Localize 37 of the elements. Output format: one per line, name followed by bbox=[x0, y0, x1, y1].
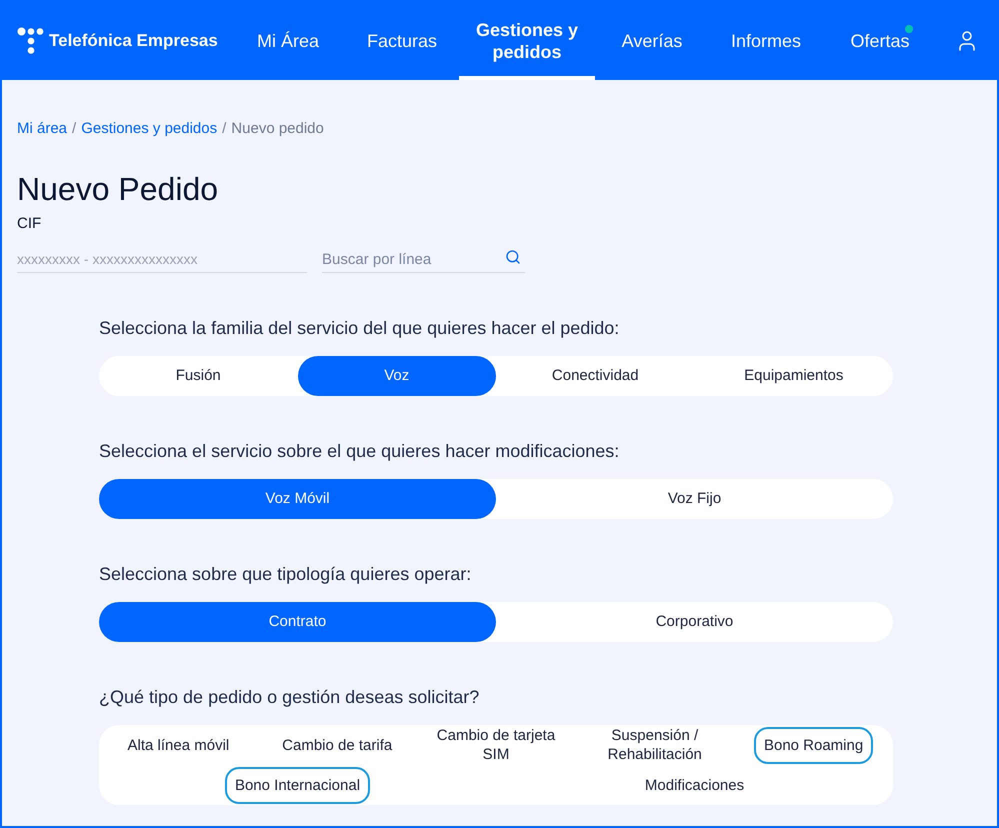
search-field[interactable]: Buscar por línea bbox=[322, 246, 525, 273]
breadcrumb-link[interactable]: Mi área bbox=[17, 119, 68, 139]
nav-tab[interactable]: Mi Área bbox=[231, 2, 345, 80]
cif-input-field[interactable]: xxxxxxxxx - xxxxxxxxxxxxxxx bbox=[17, 246, 307, 273]
segment-option[interactable]: Corporativo bbox=[496, 602, 893, 642]
nav-tab[interactable]: Averías bbox=[595, 2, 709, 80]
nav-tab[interactable]: Gestiones y pedidos bbox=[459, 2, 595, 80]
nav-tab[interactable]: Facturas bbox=[345, 2, 459, 80]
breadcrumb-current: Nuevo pedido bbox=[231, 119, 324, 139]
segment-option[interactable]: Voz Móvil bbox=[99, 479, 496, 519]
segment-option[interactable]: Voz Fijo bbox=[496, 479, 893, 519]
brand-name: Telefónica Empresas bbox=[49, 30, 218, 52]
nav-tab[interactable]: Informes bbox=[709, 2, 823, 80]
breadcrumb-separator: / bbox=[222, 119, 226, 139]
order-type-option[interactable]: Bono Internacional bbox=[224, 766, 370, 804]
segment-option[interactable]: Equipamientos bbox=[694, 356, 893, 396]
section-question: ¿Qué tipo de pedido o gestión deseas solicitar? bbox=[99, 686, 480, 709]
page-title: Nuevo Pedido bbox=[17, 170, 218, 209]
order-type-option[interactable]: Bono Roaming bbox=[754, 726, 874, 764]
search-icon bbox=[505, 249, 521, 265]
breadcrumb-link[interactable]: Gestiones y pedidos bbox=[81, 119, 218, 139]
section-question: Selecciona sobre que tipología quieres operar: bbox=[99, 563, 472, 586]
cif-label: CIF bbox=[17, 214, 42, 234]
segment-option[interactable]: Voz bbox=[298, 356, 496, 396]
nav-tab[interactable]: Ofertas bbox=[823, 2, 937, 80]
order-type-option[interactable]: Cambio de tarifa bbox=[272, 736, 402, 754]
order-type-option[interactable]: Cambio de tarjeta SIM bbox=[420, 726, 571, 764]
section-question: Selecciona la familia del servicio del que quieres hacer el pedido: bbox=[99, 317, 620, 340]
order-type-option[interactable]: Suspensión / Rehabilitación bbox=[580, 726, 730, 764]
breadcrumb-separator: / bbox=[72, 119, 76, 139]
section-question: Selecciona el servicio sobre el que quieres hacer modificaciones: bbox=[99, 440, 620, 463]
segment-option[interactable]: Conectividad bbox=[496, 356, 694, 396]
segment-option[interactable]: Fusión bbox=[99, 356, 298, 396]
order-type-option[interactable]: Alta línea móvil bbox=[118, 736, 240, 754]
segment-option[interactable]: Contrato bbox=[99, 602, 496, 642]
order-type-option[interactable]: Modificaciones bbox=[634, 776, 754, 794]
logo-dots-icon bbox=[17, 27, 45, 55]
